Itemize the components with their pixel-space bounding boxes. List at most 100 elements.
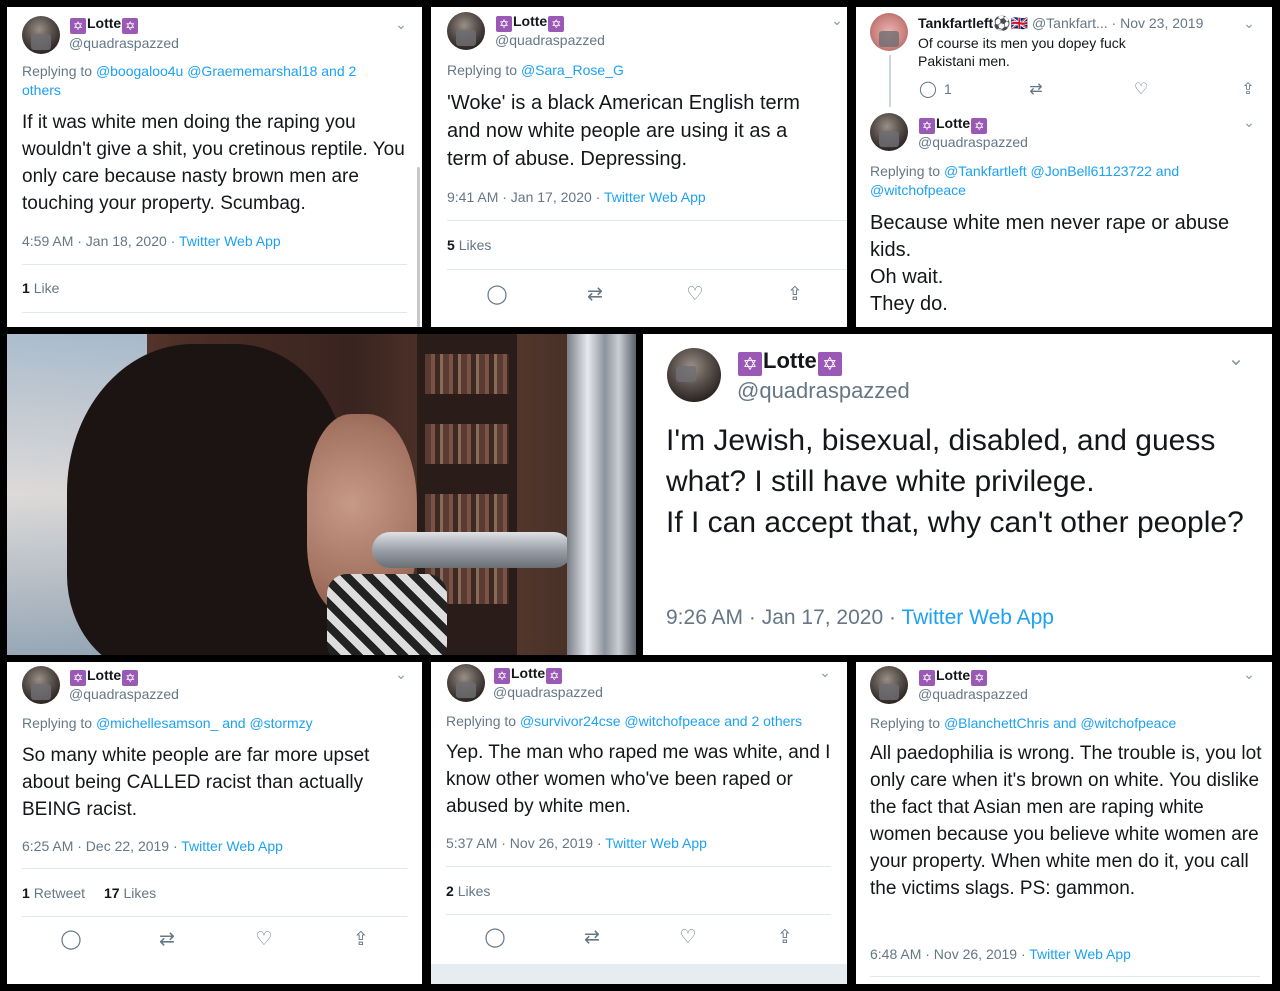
time-text[interactable]: 5:37 AM · Nov 26, 2019 · xyxy=(446,835,602,851)
parent-avatar[interactable] xyxy=(870,13,908,51)
reply-mentions[interactable]: @michellesamson_ and @stormzy xyxy=(96,715,313,731)
replying-to: Replying to @michellesamson_ and @stormz… xyxy=(22,714,402,733)
time-text[interactable]: 6:48 AM · Nov 26, 2019 · xyxy=(870,946,1026,962)
reply-mentions[interactable]: @Sara_Rose_G xyxy=(521,62,624,78)
star-of-david-icon: ✡ xyxy=(494,668,510,684)
source-app-link[interactable]: Twitter Web App xyxy=(901,606,1054,629)
display-name[interactable]: ✡ Lotte ✡ xyxy=(737,348,843,376)
chevron-down-icon[interactable]: ⌄ xyxy=(392,665,410,683)
time-text[interactable]: 6:25 AM · Dec 22, 2019 · xyxy=(22,838,178,854)
avatar[interactable] xyxy=(22,666,60,704)
time-text[interactable]: 9:26 AM · Jan 17, 2020 · xyxy=(666,606,896,629)
star-of-david-icon: ✡ xyxy=(546,668,563,684)
retweet-icon[interactable]: ⇄ xyxy=(1024,78,1048,102)
source-app-link[interactable]: Twitter Web App xyxy=(605,835,707,851)
likes-label: Likes xyxy=(457,883,491,899)
star-of-david-icon: ✡ xyxy=(548,16,565,32)
reply-icon[interactable]: ◯ xyxy=(916,78,940,102)
avatar[interactable] xyxy=(667,348,721,402)
name-text: Lotte xyxy=(511,665,546,681)
user-handle[interactable]: @quadraspazzed xyxy=(918,686,1028,702)
source-app-link[interactable]: Twitter Web App xyxy=(1029,946,1131,962)
display-name[interactable]: ✡ Lotte ✡ xyxy=(918,667,988,686)
reply-icon[interactable]: ◯ xyxy=(485,283,509,307)
share-icon[interactable]: ⇪ xyxy=(349,928,373,952)
retweet-icon[interactable]: ⇄ xyxy=(155,928,179,952)
scrollbar[interactable] xyxy=(417,167,420,327)
source-app-link[interactable]: Twitter Web App xyxy=(604,189,706,205)
user-handle[interactable]: @quadraspazzed xyxy=(737,378,910,404)
retweet-icon[interactable]: ⇄ xyxy=(580,926,604,950)
chevron-down-icon[interactable]: ⌄ xyxy=(828,11,846,29)
name-text: Lotte xyxy=(87,667,122,683)
retweets-count: 1 xyxy=(22,885,30,901)
avatar[interactable] xyxy=(447,12,485,50)
share-icon[interactable]: ⇪ xyxy=(773,926,797,950)
avatar[interactable] xyxy=(870,666,908,704)
striped-scarf xyxy=(327,574,447,655)
tuba-tube xyxy=(567,334,636,655)
like-icon[interactable]: ♡ xyxy=(676,926,700,950)
user-handle[interactable]: @quadraspazzed xyxy=(918,134,1028,150)
avatar[interactable] xyxy=(22,16,60,54)
chevron-down-icon[interactable]: ⌄ xyxy=(1240,113,1258,131)
display-name[interactable]: ✡ Lotte ✡ xyxy=(69,667,139,686)
likes-stat[interactable]: 17 Likes xyxy=(104,885,156,901)
retweet-icon[interactable]: ⇄ xyxy=(583,283,607,307)
display-name[interactable]: ✡ Lotte ✡ xyxy=(918,115,988,134)
divider xyxy=(22,916,407,917)
scroll-track xyxy=(431,964,847,984)
reply-icon[interactable]: ◯ xyxy=(59,928,83,952)
like-icon[interactable]: ♡ xyxy=(683,283,707,307)
share-icon[interactable]: ⇪ xyxy=(783,283,807,307)
avatar[interactable] xyxy=(870,113,908,151)
replying-to: Replying to @survivor24cse @witchofpeace… xyxy=(446,712,841,731)
like-icon[interactable]: ♡ xyxy=(252,928,276,952)
likes-stat[interactable]: 1 Like xyxy=(22,280,59,296)
display-name[interactable]: ✡ Lotte ✡ xyxy=(493,665,563,684)
chevron-down-icon[interactable]: ⌄ xyxy=(816,663,834,681)
divider xyxy=(22,868,407,869)
reply-prefix: Replying to xyxy=(22,63,93,79)
user-handle[interactable]: @quadraspazzed xyxy=(69,686,179,702)
star-of-david-icon: ✡ xyxy=(496,16,512,32)
chevron-down-icon[interactable]: ⌄ xyxy=(1240,14,1258,32)
divider xyxy=(447,269,847,270)
display-name[interactable]: ✡ Lotte ✡ xyxy=(69,15,139,34)
user-handle[interactable]: @quadraspazzed xyxy=(495,32,605,48)
divider xyxy=(22,312,407,313)
display-name[interactable]: ✡ Lotte ✡ xyxy=(495,13,565,32)
reply-mentions[interactable]: @survivor24cse @witchofpeace and 2 other… xyxy=(520,713,802,729)
mouthpiece xyxy=(372,532,572,568)
divider xyxy=(870,976,1260,977)
reply-mentions[interactable]: @BlanchettChris and @witchofpeace xyxy=(944,715,1176,731)
reply-icon[interactable]: ◯ xyxy=(483,926,507,950)
tweet-panel-5: ✡ Lotte ✡ @quadraspazzed ⌄ Replying to @mi… xyxy=(7,662,422,984)
tweet-panel-2: ✡ Lotte ✡ @quadraspazzed ⌄ Replying to @Sa… xyxy=(431,7,847,327)
parent-display-name[interactable]: Tankfartleft⚽🇬🇧 @Tankfart... · Nov 23, 2… xyxy=(918,15,1203,32)
avatar[interactable] xyxy=(447,664,485,702)
likes-stat[interactable]: 5 Likes xyxy=(447,237,491,253)
chevron-down-icon[interactable]: ⌄ xyxy=(1227,349,1245,369)
retweets-stat[interactable]: 1 Retweet xyxy=(22,885,85,901)
reply-prefix: Replying to xyxy=(22,715,93,731)
time-text[interactable]: 9:41 AM · Jan 17, 2020 · xyxy=(447,189,600,205)
tweet-panel-3: Tankfartleft⚽🇬🇧 @Tankfart... · Nov 23, 2… xyxy=(856,7,1272,327)
likes-count: 1 xyxy=(22,280,30,296)
tweet-timestamp: 6:25 AM · Dec 22, 2019 · Twitter Web App xyxy=(22,838,283,854)
chevron-down-icon[interactable]: ⌄ xyxy=(1240,665,1258,683)
divider xyxy=(446,866,831,867)
share-icon[interactable]: ⇪ xyxy=(1236,78,1260,102)
user-handle[interactable]: @quadraspazzed xyxy=(69,35,179,51)
chevron-down-icon[interactable]: ⌄ xyxy=(392,15,410,33)
source-app-link[interactable]: Twitter Web App xyxy=(181,838,283,854)
divider xyxy=(447,220,847,221)
time-text[interactable]: 4:59 AM · Jan 18, 2020 · xyxy=(22,233,175,249)
like-icon[interactable]: ♡ xyxy=(1129,78,1153,102)
star-of-david-icon: ✡ xyxy=(70,670,86,686)
likes-stat[interactable]: 2 Likes xyxy=(446,883,490,899)
user-handle[interactable]: @quadraspazzed xyxy=(493,684,603,700)
star-of-david-icon: ✡ xyxy=(817,352,842,376)
source-app-link[interactable]: Twitter Web App xyxy=(179,233,281,249)
tweet-line: If I can accept that, why can't other pe… xyxy=(666,506,1244,539)
